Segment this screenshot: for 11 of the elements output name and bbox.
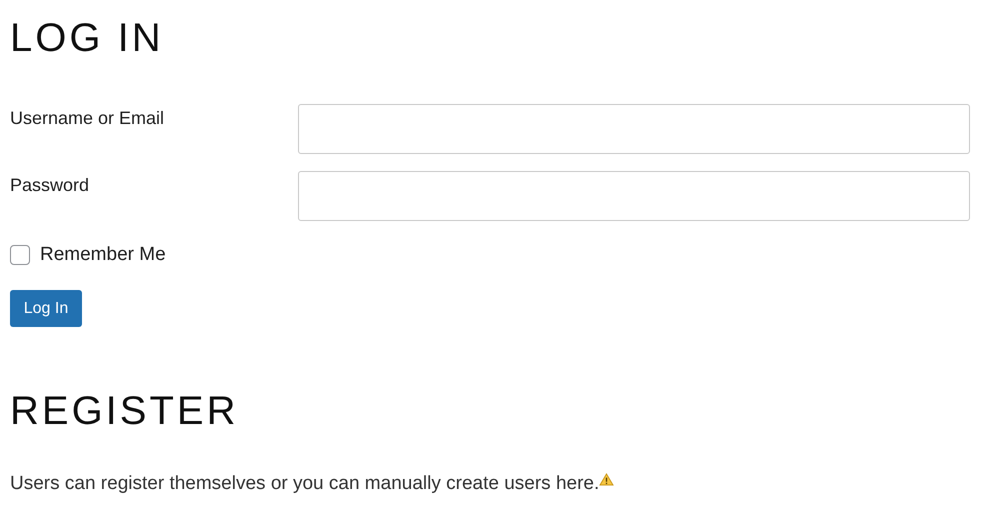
field-label: Password — [10, 174, 90, 196]
login-heading: LOG IN — [10, 15, 164, 62]
input-field[interactable] — [298, 171, 970, 221]
warning-icon — [599, 473, 614, 486]
checkbox[interactable] — [10, 245, 30, 265]
register-text: Users can register themselves or you can manually create users here. — [10, 473, 600, 495]
input-field[interactable] — [298, 104, 970, 154]
login-button[interactable]: Log In — [10, 290, 82, 327]
field-label: Username or Email — [10, 107, 166, 129]
register-heading: REGISTER — [10, 388, 238, 435]
checkbox-label: Remember Me — [40, 244, 166, 266]
